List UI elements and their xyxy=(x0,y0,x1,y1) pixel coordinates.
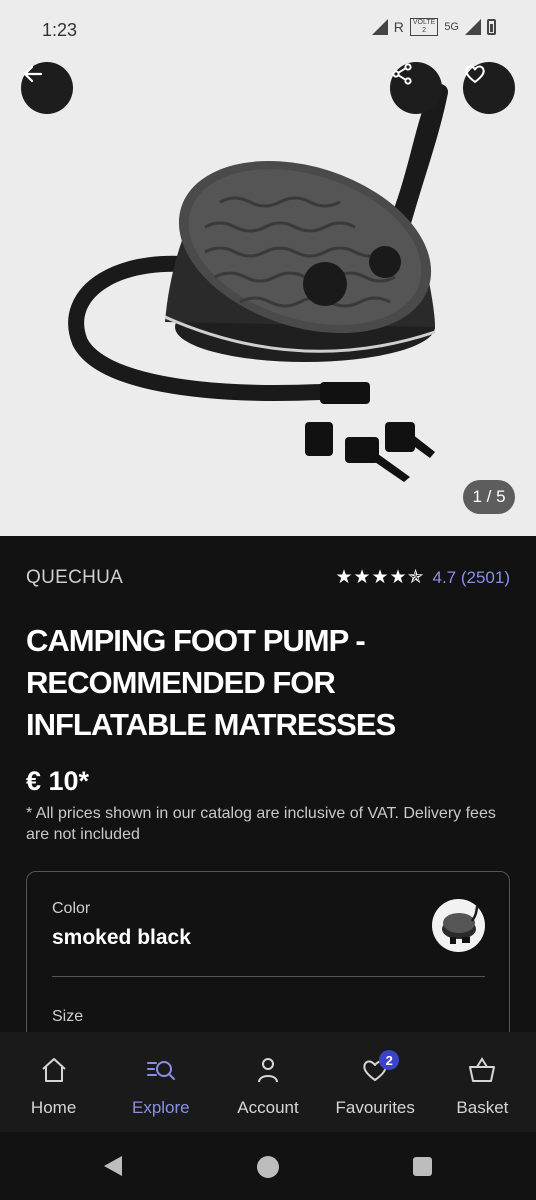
signal-icon-2 xyxy=(465,19,481,35)
nav-account[interactable]: Account xyxy=(214,1032,321,1132)
status-time: 1:23 xyxy=(42,20,78,40)
nav-home[interactable]: Home xyxy=(0,1032,107,1132)
vat-note: * All prices shown in our catalog are in… xyxy=(26,805,496,843)
product-thumbnail xyxy=(442,903,480,944)
share-icon xyxy=(392,63,412,85)
nav-basket[interactable]: Basket xyxy=(429,1032,536,1132)
home-icon xyxy=(41,1058,66,1082)
system-recents-icon[interactable] xyxy=(413,1157,432,1176)
volte-icon: VOLTE 2 xyxy=(409,18,439,36)
nav-label-account: Account xyxy=(237,1098,299,1117)
nav-explore[interactable]: Explore xyxy=(107,1032,214,1132)
brand-rating-row: QUECHUA ★★★★✯ 4.7 (2501) xyxy=(26,566,510,589)
status-icons: R VOLTE 2 5G xyxy=(371,18,496,36)
brand-name[interactable]: QUECHUA xyxy=(26,567,123,589)
nav-favourites[interactable]: 2 Favourites xyxy=(322,1032,429,1132)
rating-value: 4.7 (2501) xyxy=(432,567,511,587)
arrow-left-icon xyxy=(23,65,43,83)
size-label: Size xyxy=(52,1008,84,1025)
basket-icon xyxy=(469,1057,496,1082)
system-home-icon[interactable] xyxy=(257,1156,279,1178)
options-divider xyxy=(52,976,485,977)
favourite-button[interactable] xyxy=(463,62,515,114)
nav-label-favourites: Favourites xyxy=(335,1098,415,1117)
product-price: € 10* xyxy=(26,766,90,796)
battery-icon xyxy=(487,19,496,35)
back-button[interactable] xyxy=(21,62,73,114)
heart-outline-icon xyxy=(465,65,485,83)
image-pager: 1 / 5 xyxy=(463,480,515,514)
star-rating-icon: ★★★★✯ xyxy=(335,567,425,588)
bottom-nav: Home Explore Account 2 Favourites Basket xyxy=(0,1032,536,1132)
status-bar: 1:23 R VOLTE 2 5G xyxy=(0,0,536,62)
explore-icon xyxy=(146,1061,175,1080)
nav-label-basket: Basket xyxy=(456,1098,509,1117)
product-image xyxy=(68,84,448,482)
system-nav-bar xyxy=(0,1132,536,1200)
nav-label-home: Home xyxy=(30,1098,77,1117)
rating[interactable]: ★★★★✯ 4.7 (2501) xyxy=(335,566,510,589)
color-swatch[interactable] xyxy=(432,899,485,952)
product-title: CAMPING FOOT PUMP - RECOMMENDED FOR INFL… xyxy=(26,623,396,742)
network-type: 5G xyxy=(444,21,459,33)
roaming-indicator: R xyxy=(393,19,404,35)
favourites-count-badge: 2 xyxy=(379,1050,400,1070)
share-button[interactable] xyxy=(390,62,442,114)
person-icon xyxy=(258,1058,278,1083)
nav-label-explore: Explore xyxy=(131,1098,190,1117)
product-image-gallery[interactable]: 1 / 5 xyxy=(0,62,536,536)
system-back-icon[interactable] xyxy=(104,1156,122,1176)
color-value: smoked black xyxy=(52,926,191,949)
signal-icon xyxy=(371,19,388,35)
color-label: Color xyxy=(52,900,91,917)
